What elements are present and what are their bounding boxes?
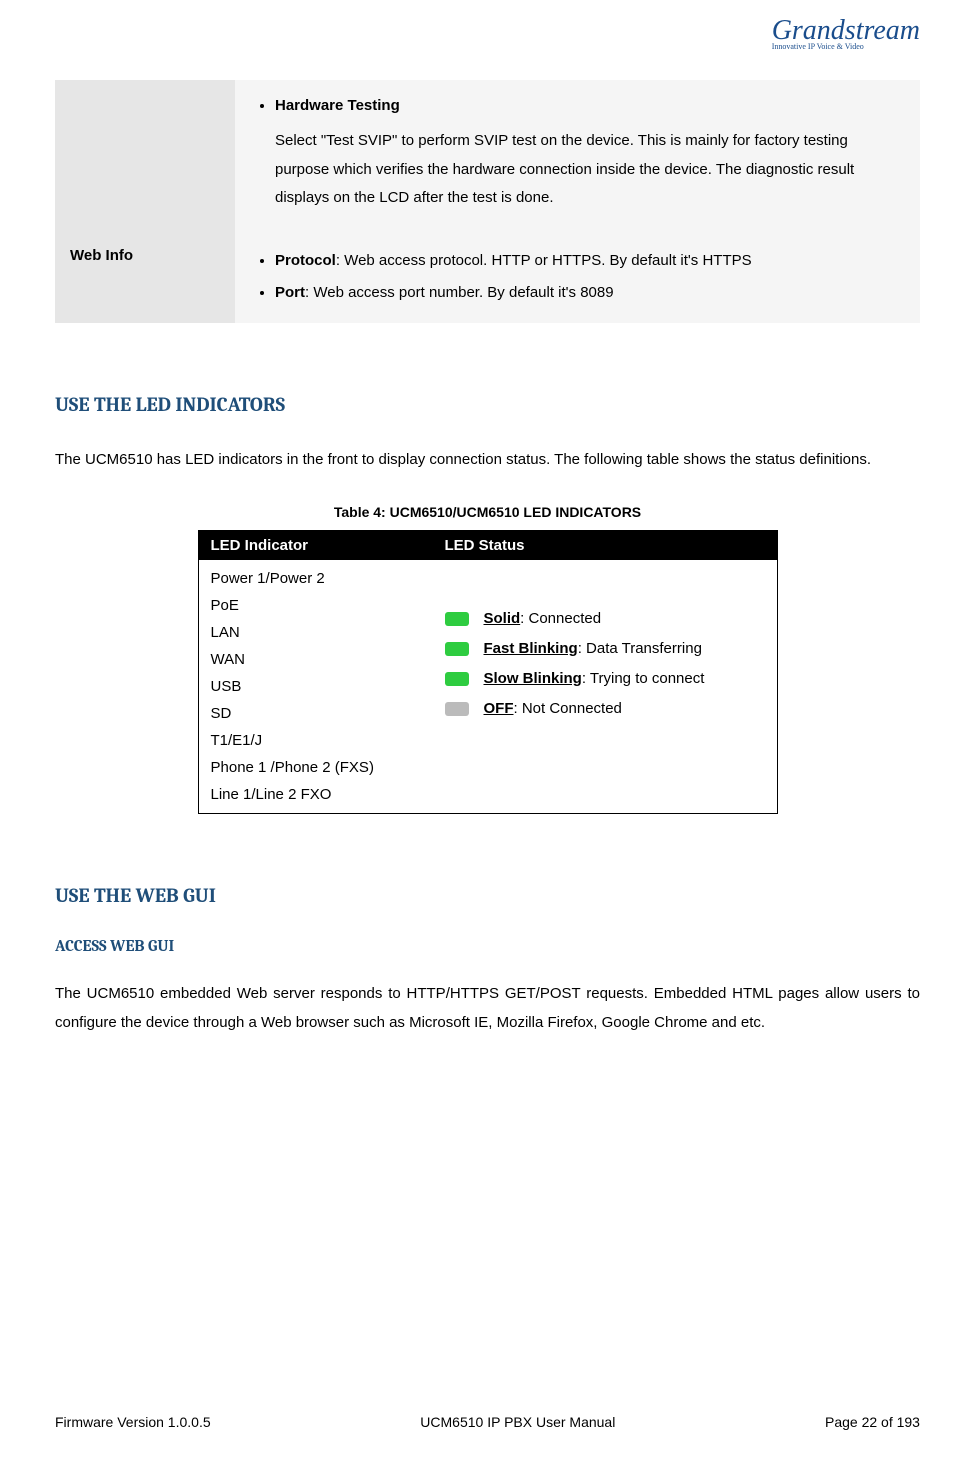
config-table: Hardware Testing Select "Test SVIP" to p… (55, 80, 920, 323)
status-off: OFF: Not Connected (445, 695, 765, 722)
status-slow-blinking: Slow Blinking: Trying to connect (445, 665, 765, 692)
heading-web-gui: USE THE WEB GUI (55, 884, 920, 907)
led-green-icon (445, 612, 469, 626)
led-indicator-list: Power 1/Power 2 PoE LAN WAN USB SD T1/E1… (198, 560, 433, 814)
hardware-testing-desc: Select "Test SVIP" to perform SVIP test … (275, 127, 905, 213)
led-header-indicator: LED Indicator (198, 531, 433, 561)
webinfo-port: Port: Web access port number. By default… (275, 279, 905, 306)
status-fast-blinking: Fast Blinking: Data Transferring (445, 635, 765, 662)
led-table-caption: Table 4: UCM6510/UCM6510 LED INDICATORS (55, 504, 920, 520)
status-solid: Solid: Connected (445, 605, 765, 632)
config-label-webinfo: Web Info (55, 235, 235, 323)
heading-led-indicators: USE THE LED INDICATORS (55, 393, 920, 416)
hardware-testing-title: Hardware Testing (275, 97, 400, 114)
led-green-icon (445, 672, 469, 686)
footer-title: UCM6510 IP PBX User Manual (420, 1414, 615, 1430)
config-content-webinfo: Protocol: Web access protocol. HTTP or H… (235, 235, 920, 323)
led-status-list: Solid: Connected Fast Blinking: Data Tra… (433, 560, 778, 814)
page-footer: Firmware Version 1.0.0.5 UCM6510 IP PBX … (55, 1414, 920, 1430)
footer-page: Page 22 of 193 (825, 1414, 920, 1430)
web-gui-paragraph: The UCM6510 embedded Web server responds… (55, 980, 920, 1037)
brand-logo: Grandstream Innovative IP Voice & Video (772, 15, 920, 51)
led-table: LED Indicator LED Status Power 1/Power 2… (198, 530, 778, 814)
config-content-hardware: Hardware Testing Select "Test SVIP" to p… (235, 80, 920, 235)
subheading-access-web-gui: ACCESS WEB GUI (55, 937, 920, 955)
led-paragraph: The UCM6510 has LED indicators in the fr… (55, 446, 920, 475)
led-green-icon (445, 642, 469, 656)
footer-firmware: Firmware Version 1.0.0.5 (55, 1414, 211, 1430)
webinfo-protocol: Protocol: Web access protocol. HTTP or H… (275, 247, 905, 274)
led-header-status: LED Status (433, 531, 778, 561)
config-label-hardware (55, 80, 235, 235)
led-gray-icon (445, 702, 469, 716)
